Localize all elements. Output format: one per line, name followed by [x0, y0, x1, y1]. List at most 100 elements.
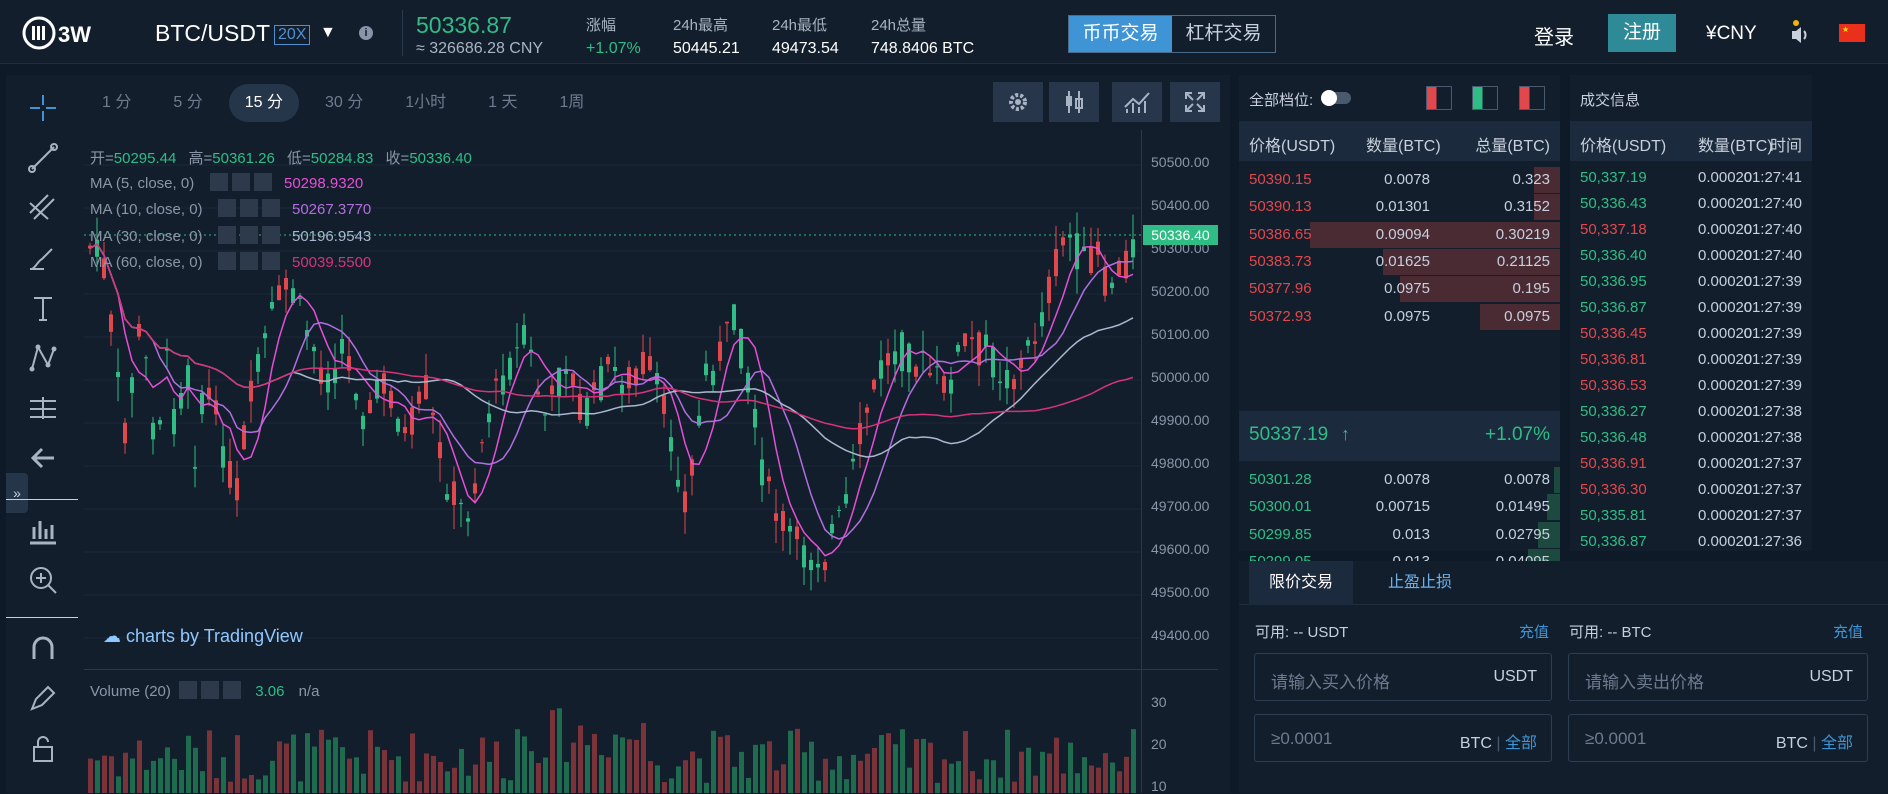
arrow-left-icon[interactable]: [26, 441, 60, 475]
trading-pair[interactable]: BTC/USDT: [155, 20, 270, 47]
volume-bar: [466, 775, 471, 793]
ask-row[interactable]: 50377.96 0.0975 0.195: [1239, 276, 1560, 303]
mode-margin[interactable]: 杠杆交易: [1172, 16, 1275, 52]
close-icon[interactable]: [262, 226, 280, 244]
login-link[interactable]: 登录: [1534, 21, 1574, 50]
close-icon[interactable]: [223, 681, 242, 699]
buy-deposit-link[interactable]: 充值: [1519, 621, 1549, 642]
candle-body: [487, 413, 491, 423]
candle-body: [326, 373, 330, 393]
bid-row[interactable]: 50299.85 0.013 0.02795: [1239, 521, 1560, 548]
buy-price-input[interactable]: 请输入买入价格 USDT: [1254, 653, 1552, 701]
lock-icon[interactable]: [26, 731, 60, 765]
close-icon[interactable]: [262, 252, 280, 270]
sound-icon[interactable]: [1790, 20, 1810, 46]
settings-icon[interactable]: [240, 252, 258, 270]
bid-row[interactable]: 50301.28 0.0078 0.0078: [1239, 467, 1560, 493]
view-bids-icon[interactable]: [1472, 86, 1498, 110]
ma-legend-10: MA (10, close, 0) 50267.3770: [90, 199, 371, 218]
candle-body: [340, 339, 344, 354]
timeframe-1h[interactable]: 1小时: [389, 84, 462, 122]
timeframe-15m[interactable]: 15 分: [228, 84, 299, 122]
logo[interactable]: 3W: [22, 16, 108, 50]
eye-icon[interactable]: [210, 173, 228, 191]
depth-toggle[interactable]: [1321, 90, 1351, 106]
sell-amount-input[interactable]: ≥0.0001 BTC | 全部: [1568, 714, 1868, 762]
chart-settings-button[interactable]: [993, 82, 1043, 122]
candle-type-button[interactable]: [1049, 82, 1099, 122]
timeframe-1m[interactable]: 1 分: [86, 84, 147, 122]
magnet-icon[interactable]: [26, 631, 60, 665]
sell-deposit-link[interactable]: 充值: [1833, 621, 1863, 642]
currency-select[interactable]: ¥CNY: [1706, 23, 1757, 45]
close-icon[interactable]: [262, 199, 280, 217]
candle-body: [683, 491, 687, 513]
ask-row[interactable]: 50390.15 0.0078 0.323: [1239, 167, 1560, 193]
volume-bar: [319, 729, 324, 793]
edit-lock-icon[interactable]: [26, 681, 60, 715]
trade-time: 01:27:37: [1743, 455, 1802, 472]
timeframe-1d[interactable]: 1 天: [472, 84, 533, 122]
ask-row[interactable]: 50390.13 0.01301 0.3152: [1239, 194, 1560, 221]
volume-bar: [970, 771, 975, 793]
info-icon[interactable]: i: [359, 26, 373, 40]
candle-body: [130, 377, 134, 393]
settings-icon[interactable]: [240, 226, 258, 244]
eye-icon[interactable]: [218, 252, 236, 270]
ask-row[interactable]: 50372.93 0.0975 0.0975: [1239, 303, 1560, 330]
volume-bar: [102, 755, 107, 793]
eye-icon[interactable]: [218, 199, 236, 217]
buy-amount-input[interactable]: ≥0.0001 BTC | 全部: [1254, 714, 1552, 762]
all-button[interactable]: 全部: [1821, 735, 1853, 752]
volume-bar: [963, 731, 968, 793]
eye-icon[interactable]: [179, 681, 198, 699]
view-asks-icon[interactable]: [1519, 86, 1545, 110]
timeframe-30m[interactable]: 30 分: [309, 84, 379, 122]
ask-row[interactable]: 50383.73 0.01625 0.21125: [1239, 248, 1560, 275]
trend-line-icon[interactable]: [26, 141, 60, 175]
volume-legend: Volume (20) 3.06 n/a: [90, 681, 319, 700]
timeframe-5m[interactable]: 5 分: [157, 84, 218, 122]
crosshair-icon[interactable]: [26, 91, 60, 125]
settings-icon[interactable]: [232, 173, 250, 191]
pair-dropdown-icon[interactable]: ▼: [320, 24, 336, 42]
mode-spot[interactable]: 币币交易: [1069, 16, 1172, 52]
tradingview-attribution[interactable]: ☁ charts by TradingView: [103, 626, 303, 647]
all-button[interactable]: 全部: [1505, 735, 1537, 752]
register-button[interactable]: 注册: [1608, 14, 1676, 52]
row-total: 0.323: [1512, 171, 1550, 188]
text-tool-icon[interactable]: [26, 291, 60, 325]
volume-bar: [753, 744, 758, 793]
volume-bar: [704, 782, 709, 793]
sell-price-input[interactable]: 请输入卖出价格 USDT: [1568, 653, 1868, 701]
row-price: 50299.85: [1249, 525, 1312, 543]
trade-history-columns: 价格(USDT) 数量(BTC) 时间: [1570, 121, 1812, 161]
brush-icon[interactable]: [26, 241, 60, 275]
eye-icon[interactable]: [218, 226, 236, 244]
fib-tool-icon[interactable]: [26, 191, 60, 225]
settings-icon[interactable]: [201, 681, 220, 699]
candle-body: [907, 343, 911, 373]
settings-icon[interactable]: [240, 199, 258, 217]
tab-limit[interactable]: 限价交易: [1249, 561, 1353, 605]
indicator-button[interactable]: [1112, 82, 1162, 122]
measure-icon[interactable]: [26, 391, 60, 425]
row-qty: 0.01625: [1375, 252, 1430, 270]
close-icon[interactable]: [254, 173, 272, 191]
timeframe-1w[interactable]: 1周: [543, 84, 600, 122]
ask-row[interactable]: 50386.65 0.09094 0.30219: [1239, 221, 1560, 248]
candle-body: [249, 380, 253, 402]
toolbar-collapse-button[interactable]: »: [6, 473, 28, 513]
view-both-icon[interactable]: [1426, 86, 1452, 110]
china-flag-icon[interactable]: ★: [1839, 24, 1865, 42]
candle-body: [235, 478, 239, 501]
pattern-icon[interactable]: [26, 341, 60, 375]
zoom-in-icon[interactable]: [26, 563, 60, 597]
indicators-icon[interactable]: [26, 513, 60, 547]
volume-bar: [795, 728, 800, 793]
fullscreen-button[interactable]: [1170, 82, 1220, 122]
bid-row[interactable]: 50300.01 0.00715 0.01495: [1239, 494, 1560, 521]
amount-unit: BTC | 全部: [1459, 735, 1537, 752]
candle-body: [585, 398, 589, 426]
tab-stop[interactable]: 止盈止损: [1365, 561, 1475, 605]
